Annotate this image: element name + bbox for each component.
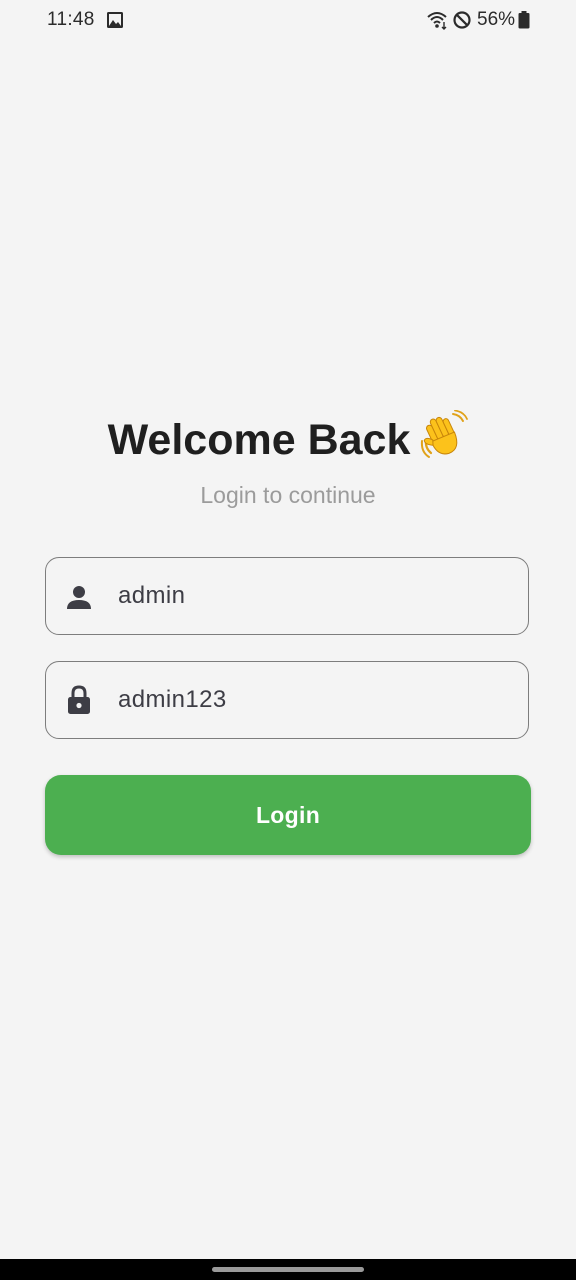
lock-icon <box>68 685 90 714</box>
gallery-icon <box>107 12 123 28</box>
password-field[interactable]: admin123 <box>45 661 529 739</box>
waving-hand-icon <box>421 410 469 458</box>
status-bar: 11:48 56% <box>0 0 576 40</box>
person-icon <box>67 586 91 609</box>
status-time: 11:48 <box>47 9 95 30</box>
navigation-bar <box>0 1259 576 1280</box>
do-not-disturb-icon <box>453 11 471 29</box>
username-field[interactable]: admin <box>45 557 529 635</box>
battery-percent: 56% <box>477 9 516 30</box>
subtitle: Login to continue <box>200 482 376 508</box>
login-button[interactable]: Login <box>45 775 531 855</box>
password-value: admin123 <box>118 686 227 713</box>
home-gesture-handle[interactable] <box>212 1267 364 1272</box>
title-text: Welcome Back <box>107 416 411 464</box>
page-title: Welcome Back <box>0 410 576 466</box>
username-value: admin <box>118 582 186 609</box>
battery-icon <box>518 11 530 29</box>
wifi-icon <box>427 12 447 30</box>
